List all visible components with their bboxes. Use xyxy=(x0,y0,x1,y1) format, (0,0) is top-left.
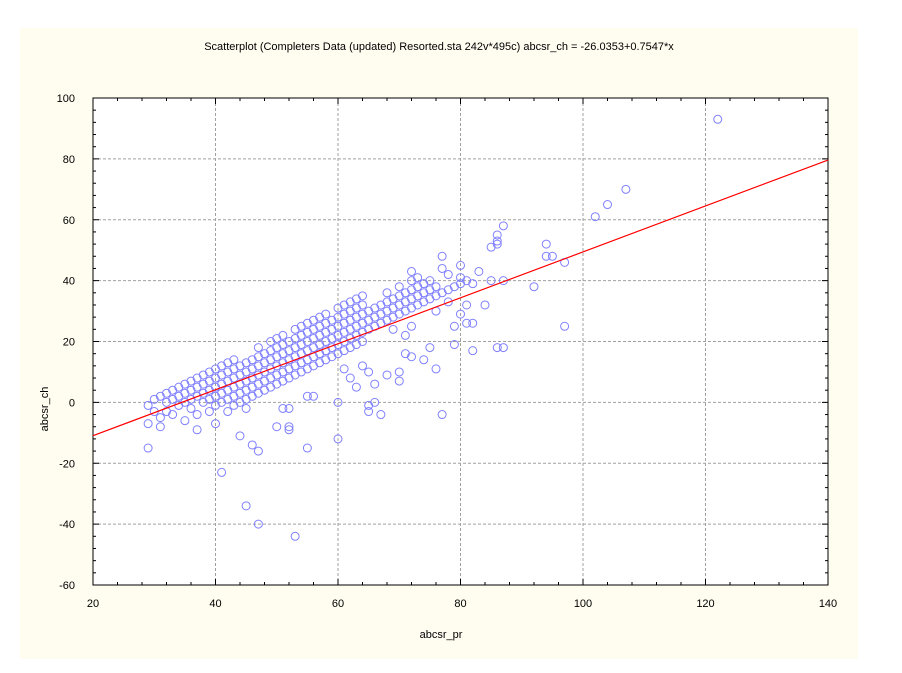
chart-title: Scatterplot (Completers Data (updated) R… xyxy=(204,41,674,53)
x-tick-label: 80 xyxy=(454,598,466,610)
y-tick-label: -60 xyxy=(59,580,75,592)
y-tick-label: 0 xyxy=(69,397,75,409)
x-tick-label: 40 xyxy=(209,598,221,610)
y-tick-label: 40 xyxy=(63,276,75,288)
y-tick-label: 60 xyxy=(63,215,75,227)
x-tick-label: 120 xyxy=(696,598,714,610)
y-tick-label: -20 xyxy=(59,458,75,470)
y-tick-label: -40 xyxy=(59,519,75,531)
y-tick-label: 100 xyxy=(57,93,75,105)
y-axis-tick-labels: 100 80 60 40 20 0 -20 -40 -60 xyxy=(57,93,75,592)
x-tick-label: 60 xyxy=(332,598,344,610)
chart-panel: Scatterplot (Completers Data (updated) R… xyxy=(20,28,858,659)
x-tick-label: 100 xyxy=(574,598,592,610)
scatterplot-chart: Scatterplot (Completers Data (updated) R… xyxy=(39,41,837,641)
x-tick-label: 140 xyxy=(819,598,837,610)
x-axis-title: abcsr_pr xyxy=(420,629,463,641)
y-tick-label: 80 xyxy=(63,154,75,166)
x-axis-tick-labels: 20 40 60 80 100 120 140 xyxy=(87,598,837,610)
x-tick-label: 20 xyxy=(87,598,99,610)
y-axis-title: abcsr_ch xyxy=(39,387,51,432)
y-tick-label: 20 xyxy=(63,337,75,349)
